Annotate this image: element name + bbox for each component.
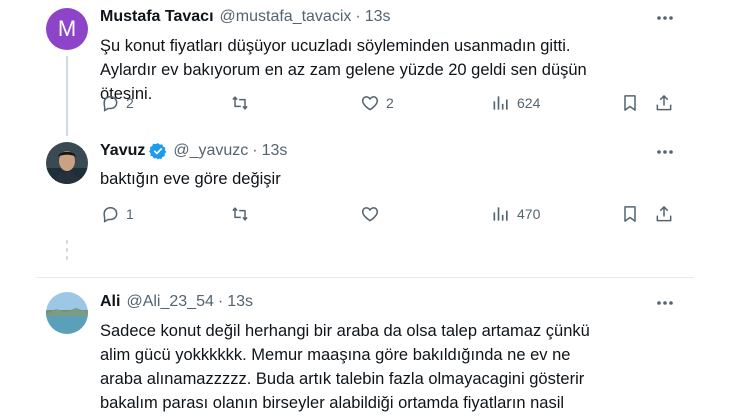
reply-button[interactable]: 1: [100, 202, 134, 226]
bookmark-icon: [624, 95, 636, 111]
heart-icon: [361, 207, 379, 222]
more-options-icon[interactable]: [655, 142, 675, 162]
separator-dot: ·: [355, 8, 361, 25]
bookmark-button[interactable]: [620, 91, 640, 115]
reply-icon: [103, 96, 118, 112]
avatar-letter: M: [57, 16, 77, 41]
tweet-1[interactable]: M Mustafa Tavacı @mustafa_tavacix · 13s …: [0, 0, 730, 136]
like-count: 2: [386, 95, 394, 111]
views-chart-icon: [493, 96, 508, 110]
bookmark-button[interactable]: [620, 202, 640, 226]
display-name[interactable]: Yavuz: [100, 142, 145, 160]
like-button[interactable]: 2: [360, 91, 394, 115]
reply-count: 1: [126, 206, 134, 222]
tweet-header: Ali @Ali_23_54 · 13s: [100, 293, 253, 311]
bookmark-icon: [624, 206, 636, 222]
like-button[interactable]: [360, 202, 380, 226]
tweet-actions: 1 470: [0, 202, 730, 226]
share-icon: [656, 206, 672, 222]
views-button[interactable]: 624: [491, 91, 540, 115]
user-handle[interactable]: @_yavuzc: [173, 142, 248, 160]
more-options-icon[interactable]: [655, 293, 675, 313]
reply-icon: [103, 207, 118, 223]
tweet-header: Mustafa Tavacı @mustafa_tavacix · 13s: [100, 8, 391, 26]
retweet-button[interactable]: [230, 91, 250, 115]
retweet-icon: [232, 96, 248, 110]
separator-dot: ·: [252, 142, 258, 159]
views-chart-icon: [493, 207, 508, 221]
tweet-actions: 2 2 624: [0, 91, 730, 115]
tweet-header: Yavuz @_yavuzc · 13s: [100, 142, 287, 160]
timestamp[interactable]: 13s: [365, 8, 391, 26]
user-handle[interactable]: @Ali_23_54: [126, 293, 213, 311]
heart-icon: [361, 96, 379, 111]
profile-photo: [46, 142, 88, 184]
views-count: 470: [517, 206, 541, 222]
more-options-icon[interactable]: [655, 8, 675, 28]
avatar[interactable]: M: [46, 8, 88, 50]
user-handle[interactable]: @mustafa_tavacix: [220, 8, 352, 26]
timestamp[interactable]: 13s: [262, 142, 288, 160]
display-name[interactable]: Mustafa Tavacı: [100, 8, 214, 26]
share-icon: [656, 95, 672, 111]
tweet-3[interactable]: Ali @Ali_23_54 · 13s Sadece konut değil …: [0, 278, 730, 420]
views-button[interactable]: 470: [491, 202, 540, 226]
avatar[interactable]: [46, 292, 88, 334]
views-count: 624: [517, 95, 541, 111]
verified-badge-icon: [149, 143, 167, 160]
share-button[interactable]: [654, 202, 674, 226]
tweet-text: Sadece konut değil herhangi bir araba da…: [100, 322, 590, 420]
avatar[interactable]: [46, 142, 88, 184]
separator-dot: ·: [217, 293, 224, 310]
display-name[interactable]: Ali: [100, 293, 120, 311]
reply-button[interactable]: 2: [100, 91, 134, 115]
profile-photo: [46, 292, 88, 334]
share-button[interactable]: [654, 91, 674, 115]
timestamp[interactable]: 13s: [227, 293, 253, 311]
retweet-button[interactable]: [230, 202, 250, 226]
retweet-icon: [232, 207, 248, 221]
tweet-2[interactable]: Yavuz @_yavuzc · 13s baktığın eve göre d…: [0, 136, 730, 276]
tweet-text: baktığın eve göre değişir: [100, 170, 281, 188]
thread-continuation-dots: [66, 240, 68, 264]
reply-count: 2: [126, 95, 134, 111]
